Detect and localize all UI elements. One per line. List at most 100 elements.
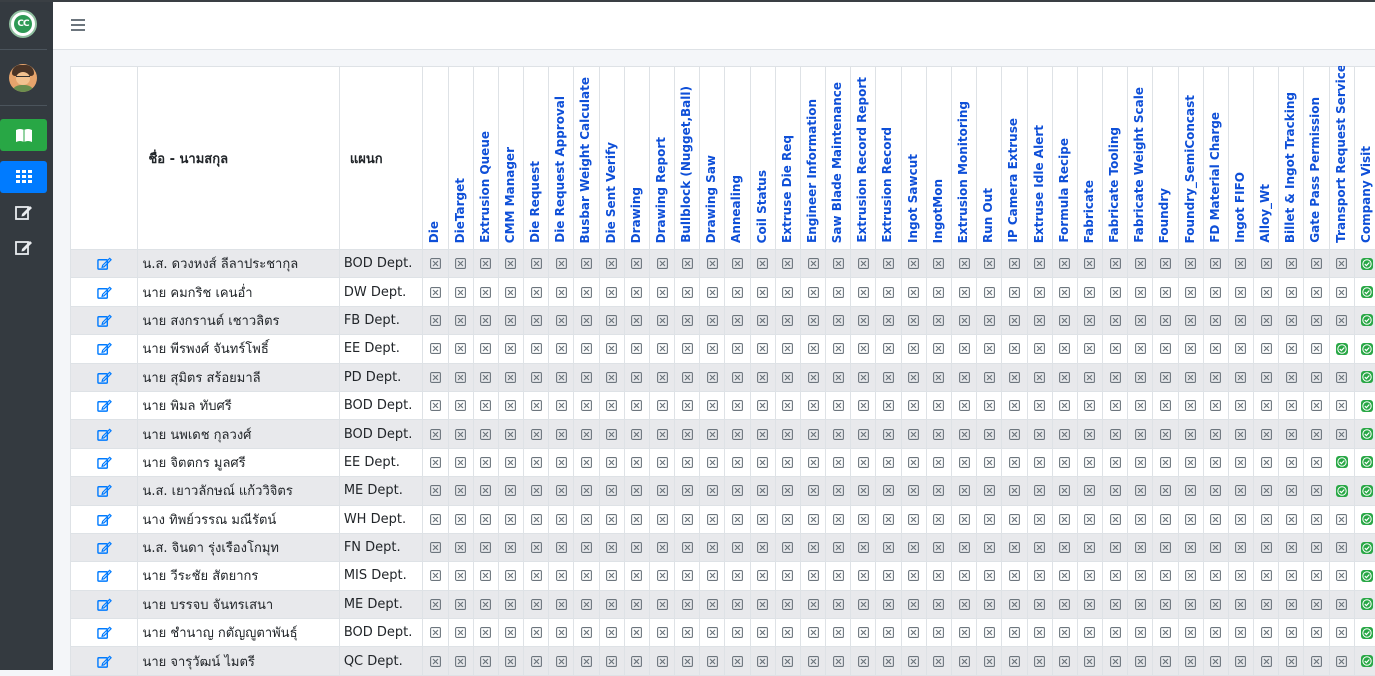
permission-column-link[interactable]: IP Camera Extruse: [1006, 118, 1020, 243]
x-square-icon[interactable]: [1009, 313, 1020, 328]
x-square-icon[interactable]: [1160, 455, 1171, 470]
x-square-icon[interactable]: [556, 654, 567, 669]
x-square-icon[interactable]: [959, 285, 970, 300]
x-square-icon[interactable]: [782, 256, 793, 271]
x-square-icon[interactable]: [1261, 654, 1272, 669]
x-square-icon[interactable]: [1009, 427, 1020, 442]
x-square-icon[interactable]: [1110, 398, 1121, 413]
x-square-icon[interactable]: [782, 285, 793, 300]
x-square-icon[interactable]: [808, 512, 819, 527]
x-square-icon[interactable]: [933, 341, 944, 356]
x-square-icon[interactable]: [531, 568, 542, 583]
x-square-icon[interactable]: [808, 455, 819, 470]
x-square-icon[interactable]: [505, 625, 516, 640]
x-square-icon[interactable]: [707, 370, 718, 385]
x-square-icon[interactable]: [1084, 597, 1095, 612]
x-square-icon[interactable]: [1210, 654, 1221, 669]
permission-column-link[interactable]: Foundry: [1157, 188, 1171, 243]
x-square-icon[interactable]: [455, 625, 466, 640]
x-square-icon[interactable]: [707, 313, 718, 328]
x-square-icon[interactable]: [833, 455, 844, 470]
x-square-icon[interactable]: [933, 285, 944, 300]
x-square-icon[interactable]: [782, 341, 793, 356]
x-square-icon[interactable]: [682, 427, 693, 442]
check-circle-icon[interactable]: [1361, 370, 1373, 385]
x-square-icon[interactable]: [1084, 341, 1095, 356]
x-square-icon[interactable]: [657, 512, 668, 527]
x-square-icon[interactable]: [1286, 512, 1297, 527]
x-square-icon[interactable]: [1185, 285, 1196, 300]
x-square-icon[interactable]: [631, 455, 642, 470]
x-square-icon[interactable]: [480, 313, 491, 328]
x-square-icon[interactable]: [984, 597, 995, 612]
x-square-icon[interactable]: [1160, 597, 1171, 612]
permission-column-link[interactable]: Fabricate: [1082, 180, 1096, 243]
x-square-icon[interactable]: [858, 455, 869, 470]
x-square-icon[interactable]: [682, 313, 693, 328]
x-square-icon[interactable]: [1336, 654, 1347, 669]
x-square-icon[interactable]: [581, 370, 592, 385]
x-square-icon[interactable]: [707, 427, 718, 442]
x-square-icon[interactable]: [757, 370, 768, 385]
x-square-icon[interactable]: [480, 398, 491, 413]
x-square-icon[interactable]: [1135, 455, 1146, 470]
x-square-icon[interactable]: [984, 341, 995, 356]
x-square-icon[interactable]: [631, 370, 642, 385]
x-square-icon[interactable]: [707, 540, 718, 555]
x-square-icon[interactable]: [1009, 512, 1020, 527]
x-square-icon[interactable]: [531, 483, 542, 498]
x-square-icon[interactable]: [1336, 540, 1347, 555]
x-square-icon[interactable]: [606, 625, 617, 640]
x-square-icon[interactable]: [631, 625, 642, 640]
x-square-icon[interactable]: [505, 427, 516, 442]
x-square-icon[interactable]: [1311, 625, 1322, 640]
x-square-icon[interactable]: [959, 398, 970, 413]
x-square-icon[interactable]: [933, 455, 944, 470]
x-square-icon[interactable]: [1235, 285, 1246, 300]
x-square-icon[interactable]: [1336, 625, 1347, 640]
x-square-icon[interactable]: [1210, 540, 1221, 555]
x-square-icon[interactable]: [631, 654, 642, 669]
x-square-icon[interactable]: [505, 341, 516, 356]
x-square-icon[interactable]: [1110, 625, 1121, 640]
x-square-icon[interactable]: [833, 625, 844, 640]
x-square-icon[interactable]: [430, 256, 441, 271]
x-square-icon[interactable]: [1336, 256, 1347, 271]
x-square-icon[interactable]: [657, 398, 668, 413]
x-square-icon[interactable]: [631, 341, 642, 356]
x-square-icon[interactable]: [631, 597, 642, 612]
x-square-icon[interactable]: [657, 540, 668, 555]
x-square-icon[interactable]: [1286, 427, 1297, 442]
x-square-icon[interactable]: [1185, 568, 1196, 583]
x-square-icon[interactable]: [1261, 455, 1272, 470]
x-square-icon[interactable]: [1160, 370, 1171, 385]
x-square-icon[interactable]: [883, 256, 894, 271]
x-square-icon[interactable]: [908, 568, 919, 583]
x-square-icon[interactable]: [883, 398, 894, 413]
x-square-icon[interactable]: [556, 370, 567, 385]
x-square-icon[interactable]: [782, 597, 793, 612]
x-square-icon[interactable]: [556, 483, 567, 498]
x-square-icon[interactable]: [984, 285, 995, 300]
x-square-icon[interactable]: [1160, 285, 1171, 300]
x-square-icon[interactable]: [933, 540, 944, 555]
x-square-icon[interactable]: [933, 398, 944, 413]
permission-column-link[interactable]: Alloy_Wt: [1258, 184, 1272, 243]
x-square-icon[interactable]: [808, 654, 819, 669]
x-square-icon[interactable]: [1034, 285, 1045, 300]
x-square-icon[interactable]: [1034, 483, 1045, 498]
x-square-icon[interactable]: [908, 483, 919, 498]
x-square-icon[interactable]: [1034, 398, 1045, 413]
x-square-icon[interactable]: [757, 455, 768, 470]
x-square-icon[interactable]: [1286, 568, 1297, 583]
x-square-icon[interactable]: [1009, 568, 1020, 583]
x-square-icon[interactable]: [430, 285, 441, 300]
x-square-icon[interactable]: [1034, 455, 1045, 470]
x-square-icon[interactable]: [959, 370, 970, 385]
x-square-icon[interactable]: [682, 540, 693, 555]
x-square-icon[interactable]: [531, 512, 542, 527]
x-square-icon[interactable]: [858, 313, 869, 328]
x-square-icon[interactable]: [1160, 313, 1171, 328]
x-square-icon[interactable]: [556, 285, 567, 300]
x-square-icon[interactable]: [682, 625, 693, 640]
